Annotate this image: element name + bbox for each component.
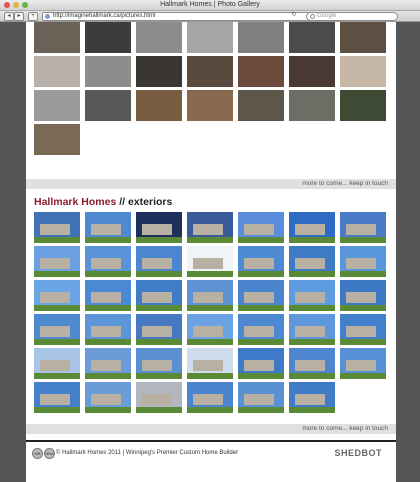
exterior-photo-thumbnail[interactable] <box>34 280 80 311</box>
exterior-photo-thumbnail[interactable] <box>187 348 233 379</box>
exterior-photo-thumbnail[interactable] <box>187 212 233 243</box>
interiors-more-text: more to come... keep in touch <box>302 180 388 187</box>
exterior-photo-thumbnail[interactable] <box>289 280 335 311</box>
interior-photo-thumbnail[interactable] <box>187 56 233 87</box>
search-placeholder: Google <box>317 13 337 19</box>
exterior-photo-thumbnail[interactable] <box>187 280 233 311</box>
interior-photo-thumbnail[interactable] <box>85 56 131 87</box>
interior-photo-thumbnail[interactable] <box>34 22 80 53</box>
exterior-photo-thumbnail[interactable] <box>34 212 80 243</box>
interior-photo-thumbnail[interactable] <box>34 90 80 121</box>
section-heading: Hallmark Homes // exteriors <box>34 196 172 208</box>
interior-photo-thumbnail[interactable] <box>34 56 80 87</box>
interior-photo-thumbnail[interactable] <box>289 22 335 53</box>
heading-separator: // <box>116 196 128 208</box>
exterior-photo-thumbnail[interactable] <box>136 280 182 311</box>
exterior-photo-thumbnail[interactable] <box>136 212 182 243</box>
interiors-more-bar: more to come... keep in touch <box>26 179 396 189</box>
address-text: http://imaginehallmark.ca/pictures.html <box>53 13 156 19</box>
exterior-photo-thumbnail[interactable] <box>289 348 335 379</box>
back-button[interactable]: ◂ <box>4 12 14 21</box>
interior-photo-thumbnail[interactable] <box>340 56 386 87</box>
interior-photo-thumbnail[interactable] <box>238 56 284 87</box>
exterior-photo-thumbnail[interactable] <box>34 246 80 277</box>
exterior-photo-thumbnail[interactable] <box>85 246 131 277</box>
interior-photo-thumbnail[interactable] <box>289 56 335 87</box>
exterior-photo-thumbnail[interactable] <box>340 212 386 243</box>
exterior-photo-thumbnail[interactable] <box>238 280 284 311</box>
exterior-photo-thumbnail[interactable] <box>340 246 386 277</box>
reload-icon[interactable]: ↻ <box>288 12 300 19</box>
exterior-photo-thumbnail[interactable] <box>289 382 335 413</box>
search-field[interactable]: Google <box>306 12 398 21</box>
exteriors-more-bar: more to come... keep in touch <box>26 424 396 434</box>
page-footer: MB HBA © Hallmark Homes 2011 | Winnipeg'… <box>26 440 396 464</box>
browser-titlebar: Hallmark Homes | Photo Gallery <box>0 0 420 11</box>
interior-photo-thumbnail[interactable] <box>34 124 80 155</box>
interior-photo-thumbnail[interactable] <box>136 22 182 53</box>
interior-photo-thumbnail[interactable] <box>340 22 386 53</box>
exterior-photo-thumbnail[interactable] <box>136 348 182 379</box>
exterior-photo-thumbnail[interactable] <box>340 314 386 345</box>
exterior-photo-thumbnail[interactable] <box>238 348 284 379</box>
exterior-photo-thumbnail[interactable] <box>187 314 233 345</box>
exterior-photo-thumbnail[interactable] <box>85 212 131 243</box>
exteriors-more-text: more to come... keep in touch <box>302 425 388 432</box>
browser-toolbar: ◂ ▸ + http://imaginehallmark.ca/pictures… <box>0 11 420 22</box>
page-content: more to come... keep in touch Hallmark H… <box>26 22 396 482</box>
hba-badge[interactable]: HBA <box>44 448 55 459</box>
interior-photo-thumbnail[interactable] <box>238 90 284 121</box>
exterior-photo-thumbnail[interactable] <box>238 212 284 243</box>
exterior-photo-thumbnail[interactable] <box>34 382 80 413</box>
interior-photo-thumbnail[interactable] <box>187 90 233 121</box>
association-badge[interactable]: MB <box>32 448 43 459</box>
address-bar[interactable]: http://imaginehallmark.ca/pictures.html <box>42 12 312 21</box>
interior-photo-thumbnail[interactable] <box>85 22 131 53</box>
exterior-photo-thumbnail[interactable] <box>289 314 335 345</box>
exterior-photo-thumbnail[interactable] <box>289 246 335 277</box>
section-label: exteriors <box>127 196 173 208</box>
exterior-photo-thumbnail[interactable] <box>85 382 131 413</box>
exterior-photo-thumbnail[interactable] <box>238 314 284 345</box>
add-bookmark-button[interactable]: + <box>28 12 38 21</box>
forward-button[interactable]: ▸ <box>14 12 24 21</box>
shedbot-logo[interactable]: SHEDBOT <box>334 448 382 458</box>
interior-photo-thumbnail[interactable] <box>289 90 335 121</box>
exterior-photo-thumbnail[interactable] <box>187 246 233 277</box>
interior-photo-thumbnail[interactable] <box>238 22 284 53</box>
exterior-photo-thumbnail[interactable] <box>289 212 335 243</box>
interior-photo-thumbnail[interactable] <box>136 56 182 87</box>
exterior-photo-thumbnail[interactable] <box>187 382 233 413</box>
globe-icon <box>45 14 50 19</box>
exterior-photo-thumbnail[interactable] <box>136 246 182 277</box>
exterior-photo-thumbnail[interactable] <box>238 246 284 277</box>
exterior-gallery <box>34 212 386 413</box>
exterior-photo-thumbnail[interactable] <box>85 348 131 379</box>
interior-photo-thumbnail[interactable] <box>187 22 233 53</box>
exterior-photo-thumbnail[interactable] <box>238 382 284 413</box>
exterior-photo-thumbnail[interactable] <box>34 314 80 345</box>
exterior-photo-thumbnail[interactable] <box>85 314 131 345</box>
copyright-text: © Hallmark Homes 2011 | Winnipeg's Premi… <box>56 450 239 456</box>
exterior-photo-thumbnail[interactable] <box>136 314 182 345</box>
exterior-photo-thumbnail[interactable] <box>34 348 80 379</box>
interior-gallery <box>34 22 386 155</box>
interior-photo-thumbnail[interactable] <box>136 90 182 121</box>
search-icon <box>310 14 315 19</box>
interior-photo-thumbnail[interactable] <box>85 90 131 121</box>
interior-photo-thumbnail[interactable] <box>340 90 386 121</box>
exterior-photo-thumbnail[interactable] <box>340 280 386 311</box>
exterior-photo-thumbnail[interactable] <box>136 382 182 413</box>
brand-name: Hallmark Homes <box>34 196 117 208</box>
exterior-photo-thumbnail[interactable] <box>85 280 131 311</box>
window-title: Hallmark Homes | Photo Gallery <box>160 1 260 8</box>
exterior-photo-thumbnail[interactable] <box>340 348 386 379</box>
